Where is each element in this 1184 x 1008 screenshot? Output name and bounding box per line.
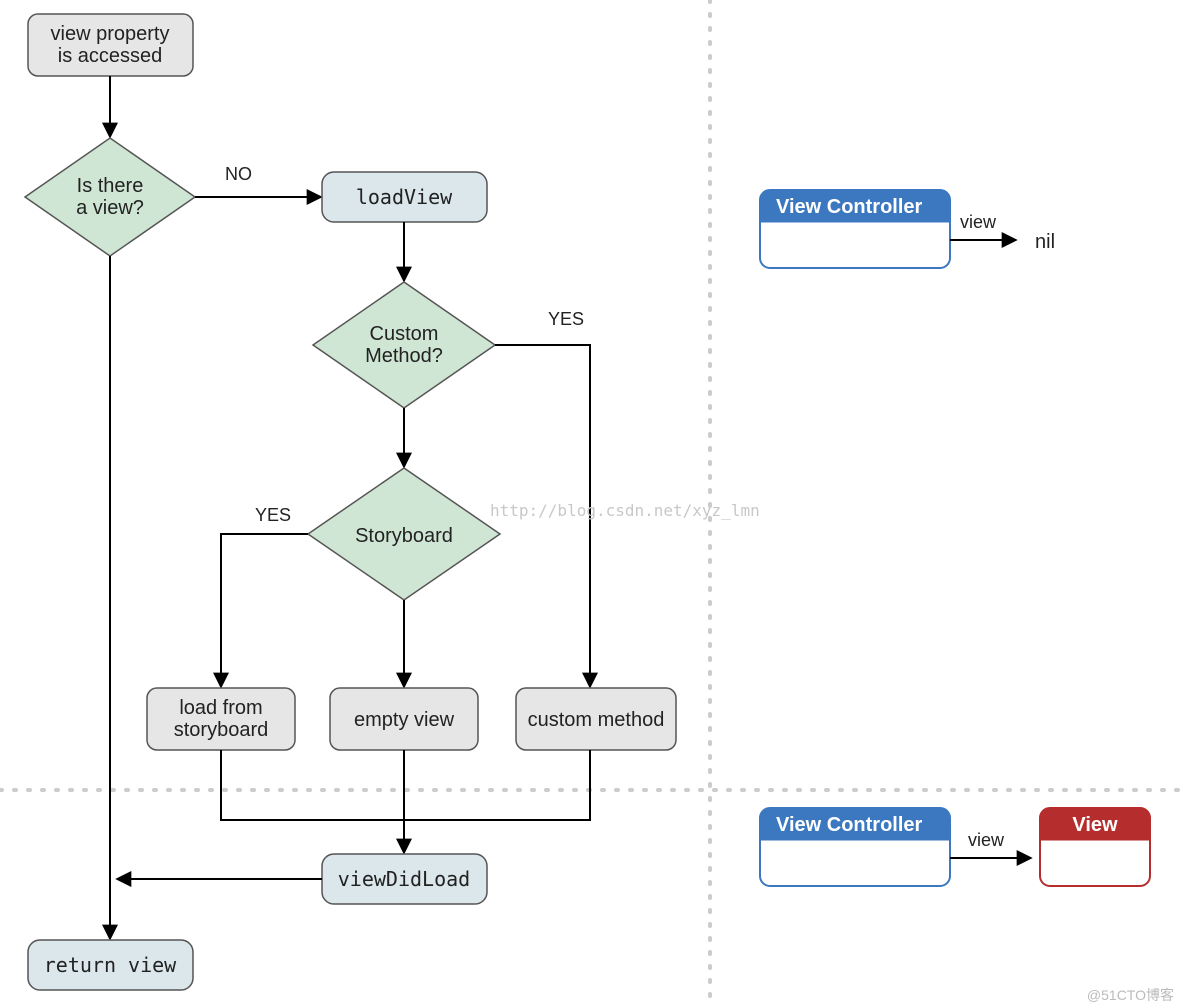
start-line1: view property [51, 23, 170, 45]
label-yes-storyboard: YES [255, 505, 291, 525]
is-view-line2: a view? [76, 197, 144, 219]
vc-header-2: View Controller [776, 814, 923, 836]
empty-view-label: empty view [354, 709, 455, 731]
custom-method-label: custom method [528, 709, 665, 731]
view-arrow-label-2: view [968, 830, 1005, 850]
view-arrow-label-1: view [960, 212, 997, 232]
vc-view-group: View Controller view View [760, 808, 1150, 886]
start-line2: is accessed [58, 45, 163, 67]
vc-nil-group: View Controller view nil [760, 190, 1055, 268]
custom-line1: Custom [370, 323, 439, 345]
custom-line2: Method? [365, 345, 443, 367]
label-no: NO [225, 164, 252, 184]
is-view-line1: Is there [77, 175, 144, 197]
storyboard-label: Storyboard [355, 525, 453, 547]
vc-header-1: View Controller [776, 196, 923, 218]
watermark-csdn: http://blog.csdn.net/xyz_lmn [490, 501, 760, 520]
loadview-label: loadView [356, 185, 453, 209]
edge-cm-vdl [404, 750, 590, 820]
return-view-label: return view [44, 953, 177, 977]
edge-lfs-vdl [221, 750, 404, 820]
load-from-storyboard-l1: load from [179, 697, 262, 719]
view-header: View [1072, 814, 1118, 836]
viewdidload-label: viewDidLoad [338, 867, 470, 891]
edge-storyboard-yes [221, 534, 308, 686]
watermark-cto: @51CTO博客 [1087, 987, 1174, 1003]
label-yes-custom: YES [548, 309, 584, 329]
load-from-storyboard-l2: storyboard [174, 719, 269, 741]
nil-label: nil [1035, 231, 1055, 253]
